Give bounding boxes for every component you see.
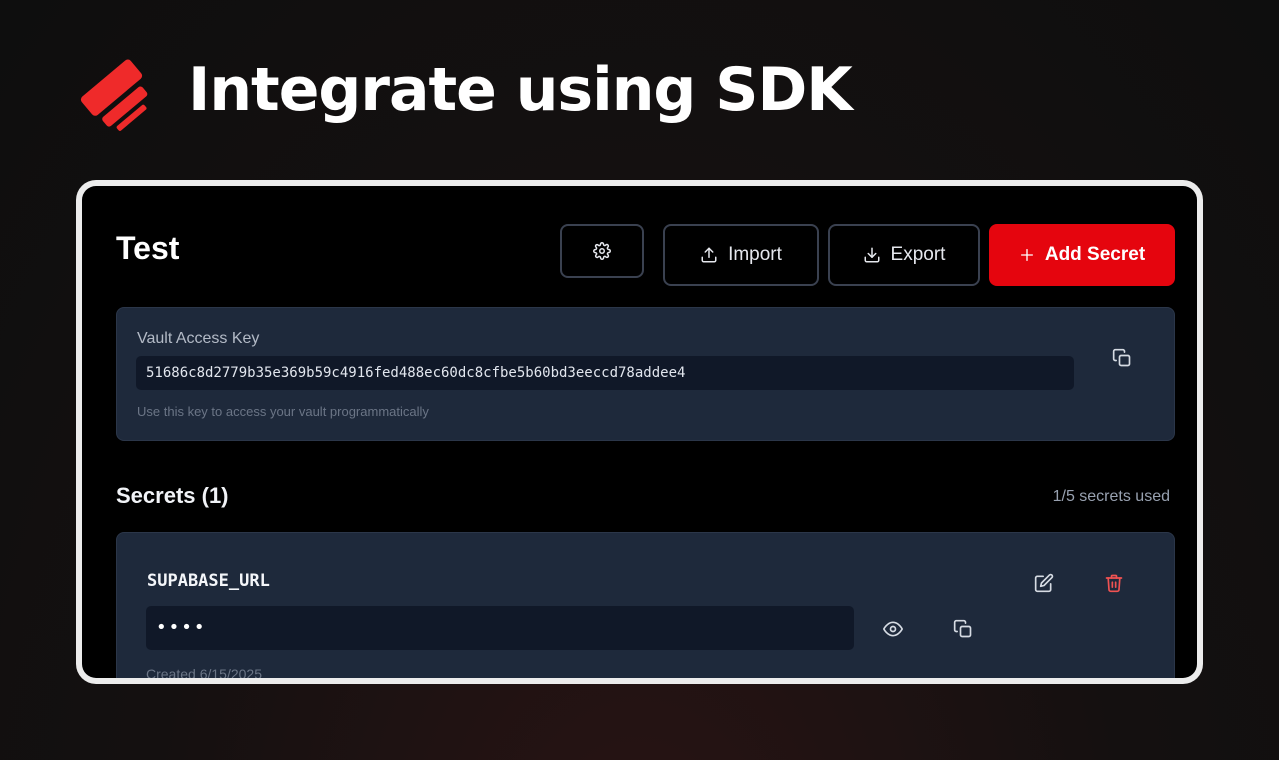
reveal-secret-button[interactable]	[880, 616, 906, 642]
secret-value-field[interactable]: ••••	[146, 606, 854, 650]
copy-icon	[953, 619, 973, 639]
access-key-card: Vault Access Key 51686c8d2779b35e369b59c…	[116, 307, 1175, 441]
vault-name: Test	[116, 230, 180, 266]
export-button[interactable]: Export	[828, 224, 980, 286]
eye-icon	[883, 619, 903, 639]
delete-secret-button[interactable]	[1101, 570, 1127, 596]
secret-card: SUPABASE_URL •••• Created 6/15/2025	[116, 532, 1175, 678]
secret-key-name: SUPABASE_URL	[147, 571, 270, 591]
add-secret-label: Add Secret	[1044, 244, 1146, 265]
import-label: Import	[728, 244, 782, 265]
copy-access-key-button[interactable]	[1112, 348, 1136, 372]
settings-button[interactable]	[560, 224, 644, 278]
plus-icon	[1019, 247, 1035, 263]
access-key-field[interactable]: 51686c8d2779b35e369b59c4916fed488ec60dc8…	[136, 356, 1074, 390]
copy-secret-button[interactable]	[950, 616, 976, 642]
download-icon	[863, 246, 881, 264]
add-secret-button[interactable]: Add Secret	[989, 224, 1175, 286]
edit-secret-button[interactable]	[1031, 570, 1057, 596]
brand-logo	[80, 59, 148, 131]
secrets-title: Secrets (1)	[116, 483, 229, 508]
edit-icon	[1034, 573, 1054, 593]
secrets-usage: 1/5 secrets used	[1052, 488, 1170, 505]
access-key-help: Use this key to access your vault progra…	[137, 404, 429, 419]
access-key-label: Vault Access Key	[137, 330, 260, 347]
gear-icon	[593, 242, 611, 260]
secret-created-date: Created 6/15/2025	[146, 666, 262, 678]
import-button[interactable]: Import	[663, 224, 819, 286]
copy-icon	[1112, 348, 1132, 368]
export-label: Export	[890, 244, 946, 265]
upload-icon	[700, 246, 718, 264]
screenshot-frame: Test Import Export Add Secret Vault Acce…	[76, 180, 1203, 684]
vault-panel: Test Import Export Add Secret Vault Acce…	[82, 186, 1197, 678]
hero-title: Integrate using SDK	[188, 55, 853, 125]
trash-icon	[1104, 573, 1124, 593]
